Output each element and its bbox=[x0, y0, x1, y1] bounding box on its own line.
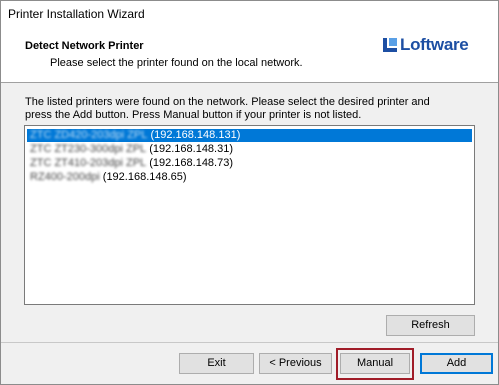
printer-name: ZTC ZT230-300dpi ZPL bbox=[30, 143, 147, 155]
manual-button-highlight bbox=[336, 348, 414, 380]
printer-list-item[interactable]: ZTC ZD420-203dpi ZPL (192.168.148.131) bbox=[27, 129, 472, 142]
printer-name: ZTC ZT410-203dpi ZPL bbox=[30, 157, 147, 169]
printer-ip: (192.168.148.31) bbox=[149, 143, 234, 155]
logo-text: Loftware bbox=[400, 35, 469, 54]
previous-button[interactable]: < Previous bbox=[259, 353, 332, 374]
instructions-text: The listed printers were found on the ne… bbox=[25, 96, 475, 122]
printer-ip: (192.168.148.73) bbox=[149, 157, 234, 169]
printer-list-item[interactable]: RZ400-200dpi (192.168.148.65) bbox=[27, 171, 472, 184]
printer-ip: (192.168.148.131) bbox=[150, 129, 241, 141]
header-divider bbox=[1, 82, 498, 83]
instructions-line-2: press the Add button. Press Manual butto… bbox=[25, 109, 362, 121]
loftware-logo: Loftware bbox=[383, 35, 479, 55]
footer-divider bbox=[1, 342, 498, 343]
instructions-line-1: The listed printers were found on the ne… bbox=[25, 96, 430, 108]
printer-list[interactable]: ZTC ZD420-203dpi ZPL (192.168.148.131) Z… bbox=[24, 125, 475, 305]
printer-list-item[interactable]: ZTC ZT410-203dpi ZPL (192.168.148.73) bbox=[27, 157, 472, 170]
printer-name: ZTC ZD420-203dpi ZPL bbox=[30, 129, 148, 141]
wizard-header: Detect Network Printer Please select the… bbox=[1, 29, 498, 82]
page-subtitle: Please select the printer found on the l… bbox=[50, 57, 303, 69]
add-button[interactable]: Add bbox=[420, 353, 493, 374]
printer-list-item[interactable]: ZTC ZT230-300dpi ZPL (192.168.148.31) bbox=[27, 143, 472, 156]
title-bar: Printer Installation Wizard bbox=[1, 1, 498, 29]
printer-ip: (192.168.148.65) bbox=[102, 171, 187, 183]
wizard-window: Printer Installation Wizard Detect Netwo… bbox=[0, 0, 499, 385]
window-title: Printer Installation Wizard bbox=[8, 7, 145, 21]
refresh-button[interactable]: Refresh bbox=[386, 315, 475, 336]
exit-button[interactable]: Exit bbox=[179, 353, 254, 374]
page-title: Detect Network Printer bbox=[25, 40, 144, 52]
printer-name: RZ400-200dpi bbox=[30, 171, 100, 183]
loftware-logo-icon bbox=[383, 38, 397, 52]
